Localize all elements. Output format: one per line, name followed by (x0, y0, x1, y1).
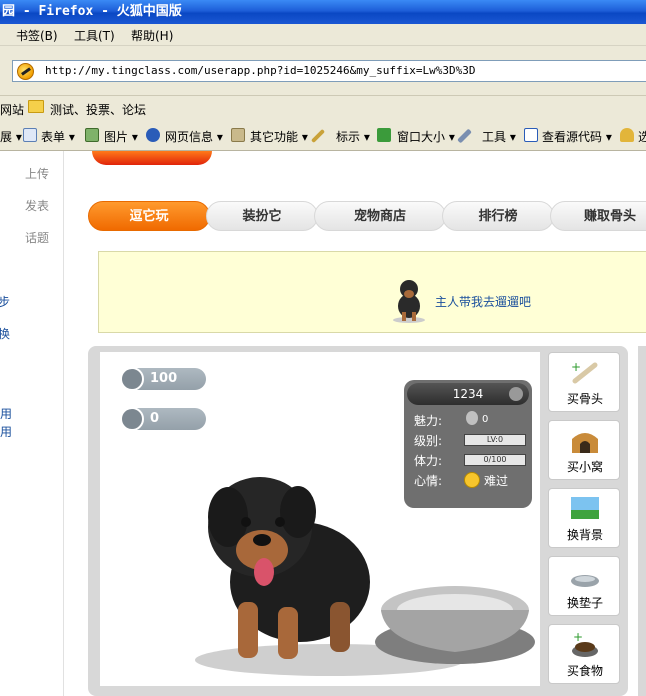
mat-icon (571, 575, 599, 587)
menu-bookmarks[interactable]: 书签(B) (16, 27, 58, 44)
sidebar-link-3[interactable]: 用 (0, 405, 12, 422)
sidebar-upload[interactable]: 上传 (25, 165, 49, 182)
ext-page-info[interactable]: 网页信息 ▾ (165, 128, 223, 145)
kennel-icon (572, 433, 598, 453)
food-icon: + (572, 631, 598, 657)
image-icon (85, 128, 99, 142)
pen-icon (310, 128, 326, 144)
bookmark-folder-tests[interactable]: 测试、投票、论坛 (50, 101, 146, 118)
tab-play[interactable]: 逗它玩 (88, 201, 210, 231)
medal-icon (466, 411, 478, 425)
pet-name: 1234 (452, 387, 484, 401)
food-counter: 0 (120, 407, 206, 431)
bone-counter: 100 (120, 367, 206, 391)
tab-bar: 逗它玩 装扮它 宠物商店 排行榜 赚取骨头 (88, 201, 646, 231)
svg-text:+: + (573, 631, 583, 644)
pet-name-selector[interactable]: 1234 (407, 383, 529, 405)
food-count: 0 (150, 411, 160, 426)
ext-options[interactable]: 选 (638, 128, 646, 145)
bone-icon (120, 367, 144, 391)
ext-forms[interactable]: 表单 ▾ (41, 128, 75, 145)
menu-bar: 书签(B) 工具(T) 帮助(H) (0, 24, 646, 46)
view-source-icon (524, 128, 538, 142)
food-bowl-icon (120, 407, 144, 431)
ext-item-0[interactable]: 展 ▾ (0, 128, 22, 145)
chevron-down-icon[interactable] (509, 387, 523, 401)
background-icon (571, 497, 599, 519)
extension-toolbar: 展 ▾ 表单 ▾ 图片 ▾ 网页信息 ▾ 其它功能 ▾ 标示 ▾ 窗口大小 ▾ … (0, 121, 646, 151)
change-background-button[interactable]: 换背景 (548, 488, 620, 548)
sidebar-topics[interactable]: 话题 (25, 229, 49, 246)
stamina-value: 0/100 (464, 454, 526, 466)
buy-food-button[interactable]: + 买食物 (548, 624, 620, 684)
form-icon (23, 128, 37, 142)
left-sidebar: 上传 发表 话题 步 换 用 用 (0, 151, 64, 696)
sidebar-publish[interactable]: 发表 (25, 197, 49, 214)
sidebar-link-4[interactable]: 用 (0, 423, 12, 440)
stamina-label: 体力: (414, 454, 443, 468)
info-icon (146, 128, 160, 142)
level-label: 级别: (414, 434, 443, 448)
menu-tools[interactable]: 工具(T) (74, 27, 115, 44)
small-dog-icon (393, 280, 425, 323)
resize-icon (377, 128, 391, 142)
ext-images[interactable]: 图片 ▾ (104, 128, 138, 145)
folder-icon (28, 100, 44, 113)
buy-bone-button[interactable]: + 买骨头 (548, 352, 620, 412)
ext-other-features[interactable]: 其它功能 ▾ (250, 128, 308, 145)
app-logo (92, 151, 212, 165)
bookmark-sites[interactable]: 网站 (0, 101, 24, 118)
pet-stats-panel: 1234 魅力: 0 级别: LV:0 体力: 0/100 心情: 难过 (404, 380, 532, 508)
bone-count: 100 (150, 371, 178, 386)
wrench-icon (457, 128, 472, 144)
notice-box: 主人带我去遛遛吧 (98, 251, 646, 333)
tab-dress-up[interactable]: 装扮它 (206, 201, 318, 231)
right-panel-edge (638, 346, 646, 696)
mood-label: 心情: (414, 474, 443, 488)
navigation-toolbar: http://my.tingclass.com/userapp.php?id=1… (0, 46, 646, 96)
box-icon (231, 128, 245, 142)
site-favicon-icon (17, 63, 34, 80)
mood-value: 难过 (484, 474, 509, 488)
bookmarks-toolbar: 网站 测试、投票、论坛 (0, 96, 646, 121)
change-mat-button[interactable]: 换垫子 (548, 556, 620, 616)
url-text[interactable]: http://my.tingclass.com/userapp.php?id=1… (45, 64, 475, 77)
buy-kennel-button[interactable]: 买小窝 (548, 420, 620, 480)
ext-mark[interactable]: 标示 ▾ (336, 128, 370, 145)
tab-ranking[interactable]: 排行榜 (442, 201, 554, 231)
ext-view-source[interactable]: 查看源代码 ▾ (542, 128, 612, 145)
window-title-bar: 园 - Firefox - 火狐中国版 (0, 0, 646, 24)
sad-face-icon (464, 472, 480, 488)
address-bar[interactable]: http://my.tingclass.com/userapp.php?id=1… (12, 60, 646, 82)
window-title: 园 - Firefox - 火狐中国版 (2, 4, 182, 19)
sidebar-link-1[interactable]: 步 (0, 293, 10, 310)
svg-text:+: + (571, 360, 581, 374)
bone-icon: + (571, 360, 598, 384)
level-value: LV:0 (464, 434, 526, 446)
walk-dog-link[interactable]: 主人带我去遛遛吧 (435, 293, 531, 310)
key-icon (620, 128, 634, 142)
pet-game-panel: 100 0 1234 魅力: 0 级别: LV:0 体力: 0/100 心情: … (88, 346, 628, 696)
menu-help[interactable]: 帮助(H) (131, 27, 173, 44)
ext-tools[interactable]: 工具 ▾ (482, 128, 516, 145)
tab-pet-shop[interactable]: 宠物商店 (314, 201, 446, 231)
pet-stage: 100 0 1234 魅力: 0 级别: LV:0 体力: 0/100 心情: … (100, 352, 540, 686)
ext-window-size[interactable]: 窗口大小 ▾ (397, 128, 455, 145)
main-content: 逗它玩 装扮它 宠物商店 排行榜 赚取骨头 主人带我去遛遛吧 100 0 123… (64, 151, 646, 696)
charm-label: 魅力: (414, 414, 443, 428)
charm-value: 0 (482, 414, 489, 425)
sidebar-link-2[interactable]: 换 (0, 325, 10, 342)
tab-earn-bones[interactable]: 赚取骨头 (550, 201, 646, 231)
